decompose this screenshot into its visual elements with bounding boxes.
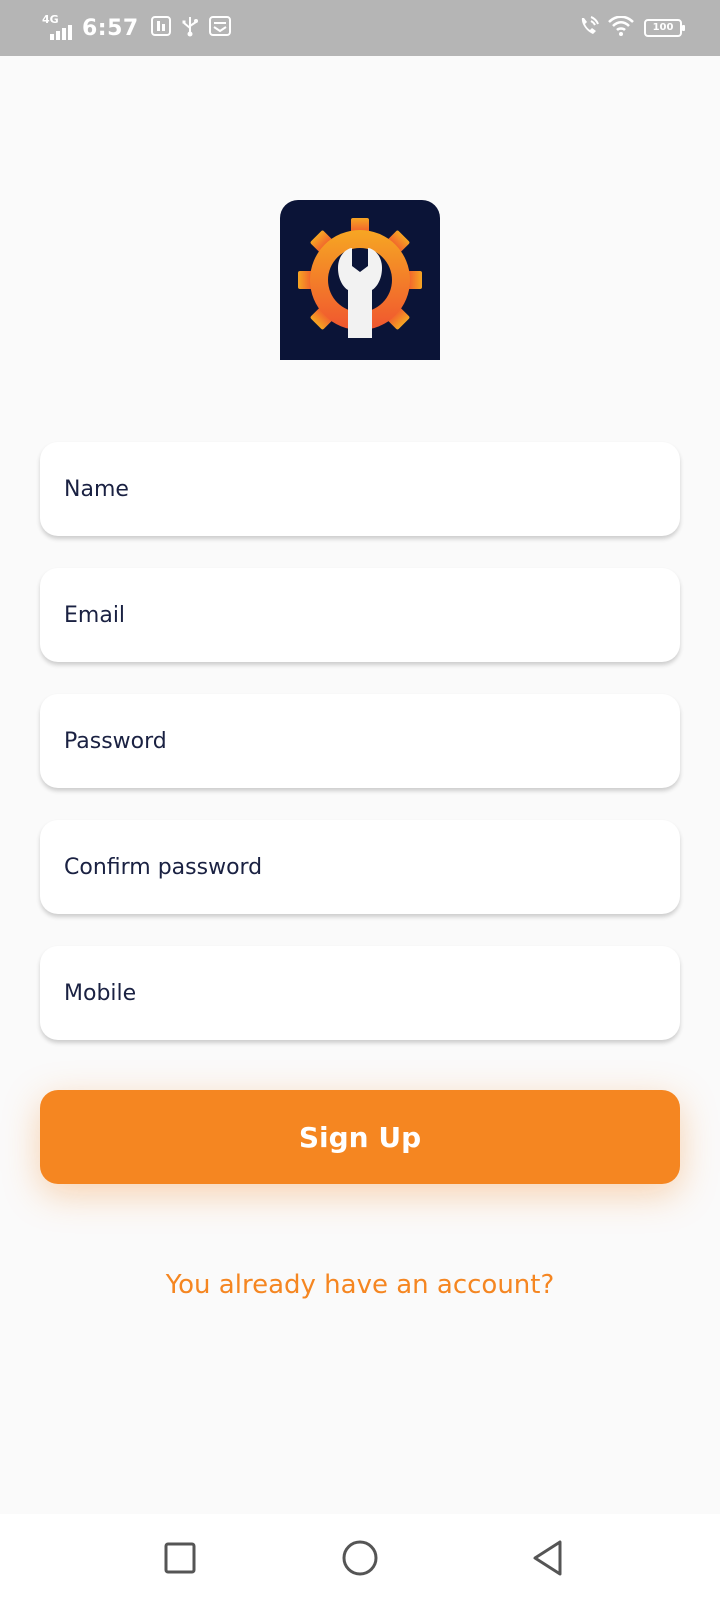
email-input[interactable] bbox=[64, 602, 680, 628]
circle-icon bbox=[342, 1540, 378, 1576]
usb-icon bbox=[181, 15, 199, 41]
wifi-icon bbox=[608, 15, 634, 40]
name-input[interactable] bbox=[64, 476, 680, 502]
app-logo bbox=[280, 200, 440, 360]
status-bar-right: 100 bbox=[578, 14, 685, 42]
message-icon bbox=[208, 16, 231, 40]
network-type: 4G bbox=[42, 13, 59, 26]
home-button[interactable] bbox=[336, 1534, 384, 1582]
password-input[interactable] bbox=[64, 728, 680, 754]
mobile-field[interactable] bbox=[40, 946, 680, 1040]
back-button[interactable] bbox=[524, 1534, 572, 1582]
gear-wrench-icon bbox=[280, 218, 440, 360]
square-icon bbox=[164, 1542, 196, 1574]
status-bar: 4G 6:57 100 bbox=[0, 0, 720, 56]
confirm-password-field[interactable] bbox=[40, 820, 680, 914]
signup-screen: 4G 6:57 100 Name Email Mobile Sign Up Yo… bbox=[0, 0, 720, 1600]
battery-level: 100 bbox=[652, 22, 674, 33]
confirm-password-input[interactable] bbox=[64, 854, 680, 880]
status-time: 6:57 bbox=[82, 15, 139, 41]
triangle-back-icon bbox=[533, 1540, 562, 1576]
recents-button[interactable] bbox=[156, 1534, 204, 1582]
name-field[interactable] bbox=[40, 442, 680, 536]
email-field[interactable] bbox=[40, 568, 680, 662]
password-field[interactable] bbox=[40, 694, 680, 788]
wifi-calling-icon bbox=[578, 15, 600, 41]
sign-up-button[interactable]: Sign Up bbox=[40, 1090, 680, 1184]
mobile-input[interactable] bbox=[64, 980, 680, 1006]
navigation-bar bbox=[0, 1514, 720, 1600]
cellular-signal-icon: 4G bbox=[42, 14, 76, 42]
battery-icon: 100 bbox=[644, 19, 685, 37]
usb-debug-icon bbox=[150, 16, 171, 40]
login-link[interactable]: You already have an account? bbox=[0, 1270, 720, 1300]
status-bar-left: 4G 6:57 bbox=[42, 12, 241, 44]
